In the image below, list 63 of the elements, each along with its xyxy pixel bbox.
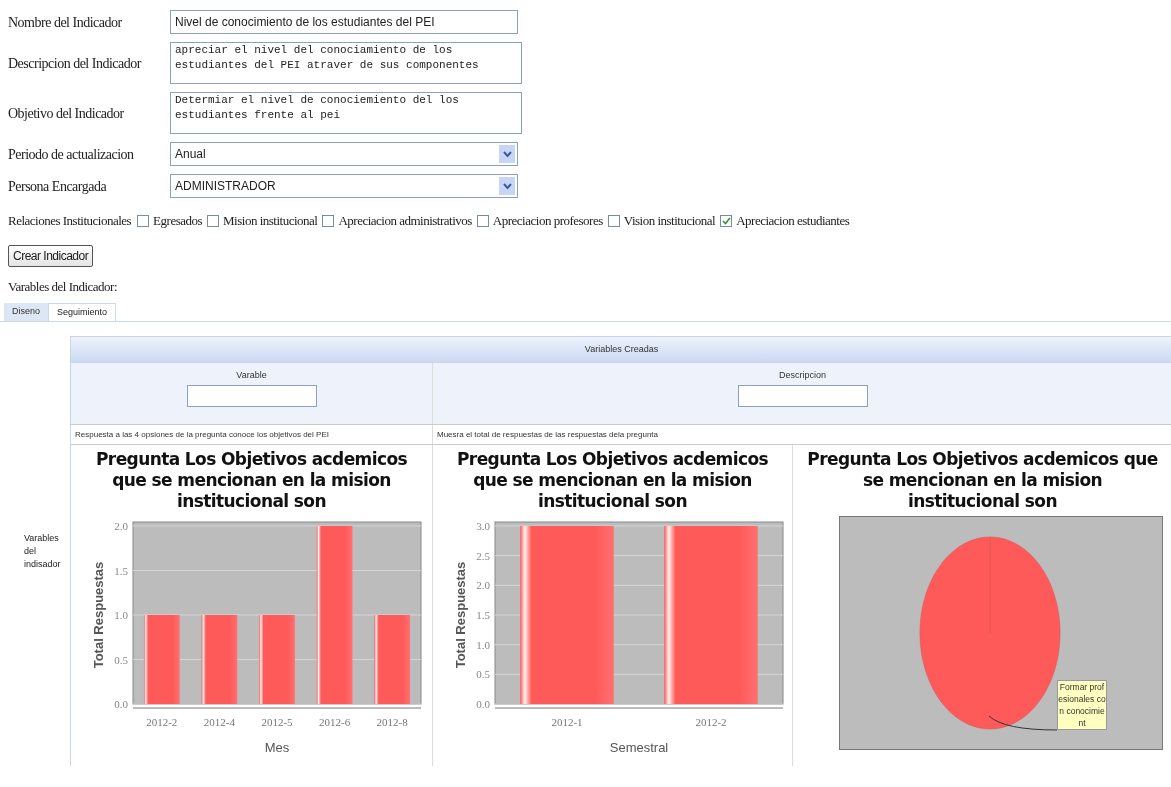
checkbox-label: Egresados xyxy=(153,212,203,231)
axis-title: Total Respuestas xyxy=(453,561,468,669)
dropdown[interactable]: Anual xyxy=(170,142,518,166)
side-label: Varables del indisador xyxy=(24,531,62,571)
tick-label: 2.0 xyxy=(114,520,128,532)
category-label: 2012-2 xyxy=(146,716,178,728)
field-label: Objetivo del Indicador xyxy=(8,104,125,123)
field-label: Persona Encargada xyxy=(8,177,108,196)
category-label: 2012-8 xyxy=(376,716,408,728)
tab[interactable]: Seguimiento xyxy=(48,303,117,321)
field-label: Periodo de actualizacion xyxy=(8,145,135,164)
column-header: Varable xyxy=(236,369,267,382)
description-field[interactable]: apreciar el nivel del conociamiento de los estudiantes del PEI atraver de sus componentes xyxy=(170,42,522,84)
table-header: Variables Creadas xyxy=(71,337,1171,363)
variable-description: Muesra el total de respuestas de las respuestas dela pregunta xyxy=(437,428,659,441)
axis-title: Mes xyxy=(264,740,290,755)
leader-line xyxy=(988,715,1058,731)
checkbox-label: Apreciacion profesores xyxy=(492,212,603,231)
tick-label: 0.0 xyxy=(476,698,490,710)
create-button[interactable]: Crear Indicador xyxy=(8,245,94,267)
tab[interactable]: Diseno xyxy=(4,303,48,321)
objective-field[interactable]: Determiar el nivel de conociemiento del los estudiantes frente al pei xyxy=(170,92,522,134)
checkbox[interactable] xyxy=(137,215,150,227)
tick-label: 2.5 xyxy=(476,549,490,562)
tick-label: 1.5 xyxy=(476,609,490,621)
filter-field[interactable] xyxy=(186,384,317,407)
name-field[interactable]: Nivel de conocimiento de los estudiantes del PEI xyxy=(170,10,518,34)
slice-label: Formar profesionales con conocimient xyxy=(1057,680,1107,730)
field-label: Relaciones Institucionales xyxy=(8,212,132,231)
checkbox[interactable] xyxy=(207,215,220,227)
axis-title: Total Respuestas xyxy=(91,561,106,669)
chart-title: Pregunta Los Objetivos acdemicos que se mencionan en la mision institucional son xyxy=(456,448,769,512)
chart-title: Pregunta Los Objetivos acdemicos que se mencionan en la mision institucional son xyxy=(806,448,1159,512)
tick-label: 2.0 xyxy=(476,579,490,592)
tick-label: 1.5 xyxy=(114,564,128,577)
category-label: 2012-1 xyxy=(551,716,583,728)
checkbox[interactable] xyxy=(476,215,489,227)
tick-label: 3.0 xyxy=(476,520,490,532)
variable-description: Respuesta a las 4 opsiones de la pregunta conoce los objetivos del PEI xyxy=(75,428,329,441)
checkbox[interactable] xyxy=(720,215,733,227)
checkbox-label: Mision institucional xyxy=(223,212,318,231)
category-label: 2012-4 xyxy=(203,716,235,728)
tick-label: 0.5 xyxy=(114,653,128,666)
checkbox[interactable] xyxy=(607,215,620,227)
category-label: 2012-5 xyxy=(261,716,293,728)
checkbox-label: Vision institucional xyxy=(623,212,716,231)
field-label: Descripcion del Indicador xyxy=(8,54,143,73)
checkbox-label: Apreciacion administrativos xyxy=(338,212,472,231)
chart-title: Pregunta Los Objetivos acdemicos que se mencionan en la mision institucional son xyxy=(95,448,408,512)
section-heading: Varables del Indicador: xyxy=(8,278,118,297)
axis-title: Semestral xyxy=(609,740,669,755)
field-label: Nombre del Indicador xyxy=(8,13,123,32)
tick-label: 1.0 xyxy=(114,609,128,621)
column-header: Descripcion xyxy=(779,369,826,382)
checkbox-label: Apreciacion estudiantes xyxy=(736,212,850,231)
tick-label: 1.0 xyxy=(476,638,490,651)
dropdown[interactable]: ADMINISTRADOR xyxy=(170,174,518,198)
tick-label: 0.5 xyxy=(476,668,490,681)
category-label: 2012-2 xyxy=(695,716,727,728)
tick-label: 0.0 xyxy=(114,698,128,710)
category-label: 2012-6 xyxy=(319,716,351,728)
filter-field[interactable] xyxy=(737,384,868,407)
checkbox[interactable] xyxy=(322,215,335,227)
